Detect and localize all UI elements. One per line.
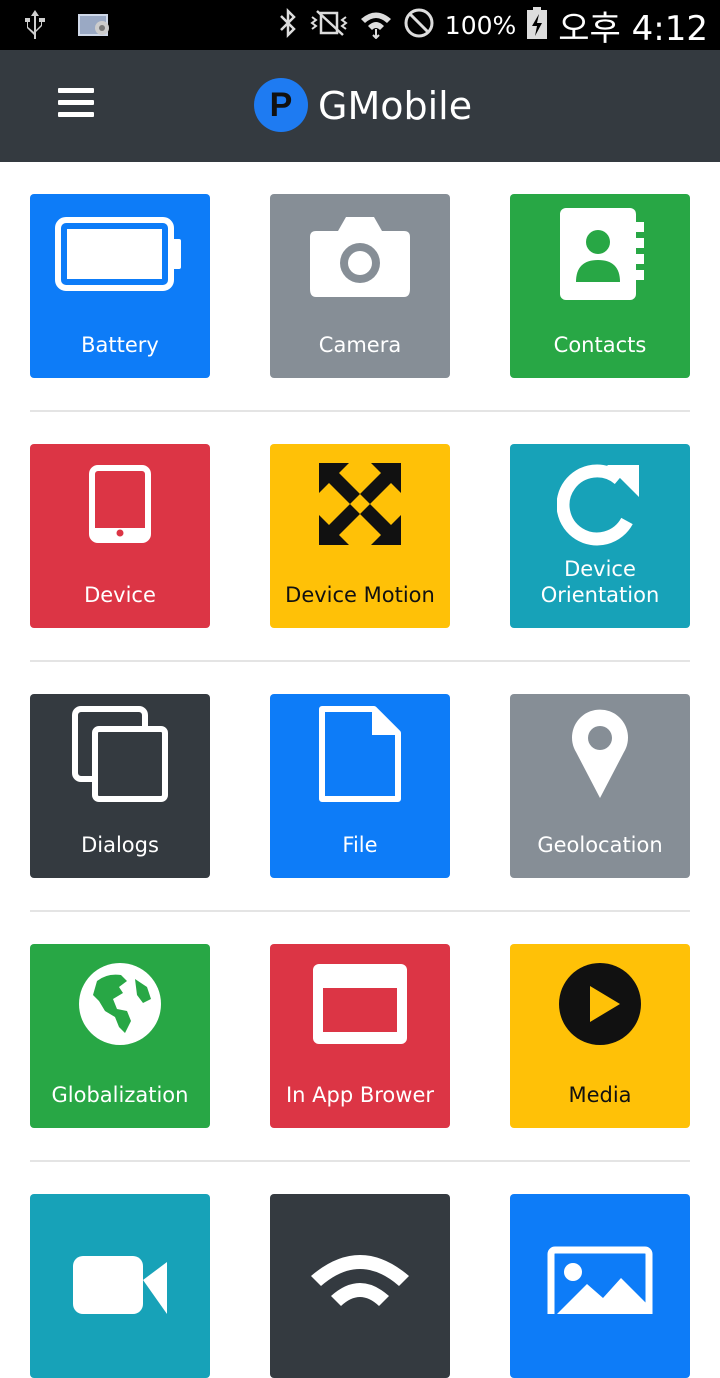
play-icon [559, 963, 641, 1045]
tile-label: In App Brower [285, 1083, 435, 1107]
tile-label: Device Orientation [540, 557, 660, 607]
tablet-icon [89, 465, 151, 543]
tile-image[interactable] [510, 1194, 690, 1378]
globe-icon [79, 963, 161, 1045]
wifi-icon [311, 1255, 409, 1306]
tile-label: Globalization [51, 1083, 189, 1107]
row-divider [30, 910, 690, 912]
row-divider [30, 660, 690, 662]
app-bar: P GMobile [0, 50, 720, 162]
windows-icon [72, 706, 168, 802]
tile-contacts[interactable]: Contacts [510, 194, 690, 378]
tile-label: Battery [81, 333, 159, 357]
tile-video[interactable] [30, 1194, 210, 1378]
tile-battery[interactable]: Battery [30, 194, 210, 378]
status-bar: 100% 오후 4:12 [0, 0, 720, 50]
tile-device[interactable]: Device [30, 444, 210, 628]
tile-camera[interactable]: Camera [270, 194, 450, 378]
menu-icon[interactable] [58, 88, 94, 120]
image-icon [547, 1246, 653, 1314]
tile-label: Device [84, 583, 156, 607]
map-pin-icon [572, 709, 628, 798]
tile-label: Dialogs [81, 833, 159, 857]
tile-label: Geolocation [537, 833, 663, 857]
browser-window-icon [313, 964, 407, 1044]
usb-icon [22, 8, 48, 47]
tile-media[interactable]: Media [510, 944, 690, 1128]
app-logo: P [254, 78, 308, 132]
tile-globalization[interactable]: Globalization [30, 944, 210, 1128]
arrows-expand-icon [319, 463, 401, 545]
app-title: GMobile [318, 84, 473, 128]
tile-device-orientation[interactable]: Device Orientation [510, 444, 690, 628]
tile-label: Device Motion [285, 583, 435, 607]
tile-label: Camera [318, 333, 402, 357]
tile-label: File [342, 833, 378, 857]
do-not-disturb-icon [403, 7, 435, 44]
battery-icon [55, 217, 181, 291]
camera-icon [310, 217, 410, 297]
rotate-icon [557, 464, 639, 546]
tile-in-app-browser[interactable]: In App Brower [270, 944, 450, 1128]
tile-label: Contacts [553, 333, 647, 357]
tile-label: Media [568, 1083, 632, 1107]
tile-network[interactable] [270, 1194, 450, 1378]
row-divider [30, 410, 690, 412]
wifi-status-icon [359, 7, 393, 44]
row-divider [30, 1160, 690, 1162]
file-icon [319, 706, 401, 802]
tile-file[interactable]: File [270, 694, 450, 878]
notification-image-icon [78, 12, 112, 43]
vibrate-mute-icon [309, 7, 349, 44]
video-camera-icon [73, 1256, 167, 1314]
tile-device-motion[interactable]: Device Motion [270, 444, 450, 628]
clock: 오후 4:12 [558, 8, 708, 49]
battery-percent: 100% [444, 10, 517, 40]
contacts-icon [560, 208, 644, 300]
battery-charging-icon [526, 6, 548, 45]
tile-dialogs[interactable]: Dialogs [30, 694, 210, 878]
bluetooth-icon [277, 7, 299, 44]
tile-geolocation[interactable]: Geolocation [510, 694, 690, 878]
